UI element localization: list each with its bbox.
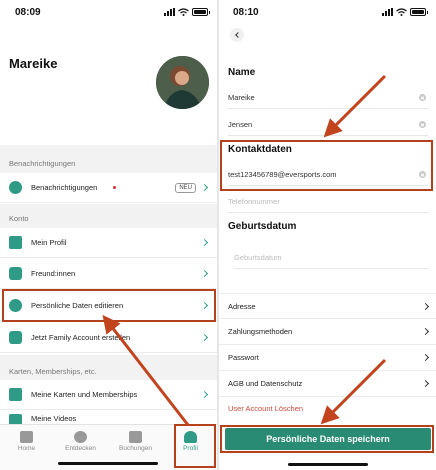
email-value: test123456789@eversports.com bbox=[228, 170, 337, 179]
row-address[interactable]: Adresse bbox=[218, 293, 436, 319]
battery-icon bbox=[410, 8, 428, 16]
notifications-section: Benachrichtigungen bbox=[0, 145, 218, 175]
account-section: Konto bbox=[0, 204, 218, 228]
last-name-field[interactable]: Jensen bbox=[228, 114, 428, 136]
birthdate-field[interactable]: Geburtsdatum bbox=[234, 247, 428, 269]
wifi-icon bbox=[178, 8, 189, 16]
row-friends-label: Freund:innen bbox=[31, 269, 76, 278]
row-cards-memberships[interactable]: Meine Karten und Memberships bbox=[0, 380, 218, 410]
wifi-icon bbox=[396, 8, 407, 16]
row-my-profile[interactable]: Mein Profil bbox=[0, 228, 218, 258]
first-name-field[interactable]: Mareike bbox=[228, 87, 428, 109]
back-button[interactable] bbox=[230, 28, 244, 42]
chevron-left-icon bbox=[235, 32, 241, 38]
row-edit-personal-data[interactable]: Persönliche Daten editieren bbox=[0, 291, 218, 321]
first-name-value: Mareike bbox=[228, 93, 255, 102]
row-terms-privacy-label: AGB und Datenschutz bbox=[228, 379, 303, 388]
personal-data-screen: 08:10 Name Mareike Jensen Kontaktdaten t… bbox=[218, 0, 436, 470]
chevron-right-icon bbox=[421, 302, 430, 310]
row-password-label: Passwort bbox=[228, 353, 259, 362]
signal-icon bbox=[164, 8, 175, 16]
chevron-right-icon bbox=[200, 183, 209, 192]
last-name-value: Jensen bbox=[228, 120, 253, 129]
section-title-cards: Karten, Memberships, etc. bbox=[9, 367, 97, 376]
phone-placeholder: Telefonnummer bbox=[228, 197, 280, 206]
chevron-right-icon bbox=[200, 301, 209, 310]
row-address-label: Adresse bbox=[228, 301, 256, 311]
contact-heading: Kontaktdaten bbox=[228, 144, 292, 155]
row-edit-personal-data-label: Persönliche Daten editieren bbox=[31, 301, 124, 310]
name-heading: Name bbox=[228, 67, 256, 78]
chevron-right-icon bbox=[421, 353, 430, 362]
profile-name: Mareike bbox=[9, 56, 58, 71]
chevron-right-icon bbox=[421, 327, 430, 336]
row-notifications[interactable]: Benachrichtigungen NEU bbox=[0, 173, 218, 203]
signal-icon bbox=[382, 8, 393, 16]
status-time: 08:10 bbox=[233, 7, 259, 18]
tab-home[interactable]: Home bbox=[4, 431, 49, 452]
home-indicator bbox=[288, 463, 368, 466]
friends-icon bbox=[9, 267, 22, 280]
birthdate-heading: Geburtsdatum bbox=[228, 221, 297, 232]
status-bar: 08:09 bbox=[0, 0, 218, 26]
chevron-right-icon bbox=[421, 379, 430, 388]
calendar-icon bbox=[129, 431, 142, 443]
screen-divider bbox=[217, 0, 219, 470]
tab-bar: Home Entdecken Buchungen Profil bbox=[0, 424, 218, 470]
row-my-profile-label: Mein Profil bbox=[31, 238, 67, 247]
row-family-account-label: Jetzt Family Account erstellen bbox=[31, 333, 131, 342]
row-my-videos-label: Meine Videos bbox=[31, 414, 77, 423]
clear-icon[interactable] bbox=[419, 94, 426, 101]
user-icon bbox=[9, 299, 22, 312]
profile-screen: 08:09 Mareike Benachrichtigungen Benachr… bbox=[0, 0, 218, 470]
new-dot bbox=[113, 186, 116, 189]
tab-bookings-label: Buchungen bbox=[119, 445, 152, 452]
tab-discover-label: Entdecken bbox=[65, 445, 96, 452]
clear-icon[interactable] bbox=[419, 171, 426, 178]
profile-icon bbox=[184, 431, 197, 443]
new-badge: NEU bbox=[175, 182, 196, 193]
status-icons bbox=[164, 8, 210, 16]
row-terms-privacy[interactable]: AGB und Datenschutz bbox=[218, 371, 436, 397]
row-friends[interactable]: Freund:innen bbox=[0, 259, 218, 289]
tab-profile[interactable]: Profil bbox=[168, 431, 213, 452]
row-payment-methods[interactable]: Zahlungsmethoden bbox=[218, 319, 436, 345]
email-field[interactable]: test123456789@eversports.com bbox=[228, 164, 428, 186]
cards-section: Karten, Memberships, etc. bbox=[0, 355, 218, 381]
discover-icon bbox=[74, 431, 87, 443]
tab-discover[interactable]: Entdecken bbox=[58, 431, 103, 452]
clear-icon[interactable] bbox=[419, 121, 426, 128]
avatar[interactable] bbox=[156, 56, 209, 109]
battery-icon bbox=[192, 8, 210, 16]
chevron-right-icon bbox=[200, 269, 209, 278]
home-icon bbox=[20, 431, 33, 443]
phone-field[interactable]: Telefonnummer bbox=[228, 191, 428, 213]
home-indicator bbox=[58, 462, 158, 465]
delete-account-link[interactable]: User Account Löschen bbox=[228, 404, 303, 413]
chevron-right-icon bbox=[200, 390, 209, 399]
status-bar: 08:10 bbox=[218, 0, 436, 26]
section-title-account: Konto bbox=[9, 214, 29, 223]
tab-bookings[interactable]: Buchungen bbox=[113, 431, 158, 452]
row-family-account[interactable]: Jetzt Family Account erstellen bbox=[0, 323, 218, 353]
tab-home-label: Home bbox=[17, 445, 36, 452]
section-title-notifications: Benachrichtigungen bbox=[9, 159, 76, 168]
row-cards-memberships-label: Meine Karten und Memberships bbox=[31, 390, 138, 399]
id-card-icon bbox=[9, 236, 22, 249]
save-personal-data-button[interactable]: Persönliche Daten speichern bbox=[225, 428, 431, 450]
card-icon bbox=[9, 388, 22, 401]
chevron-right-icon bbox=[200, 333, 209, 342]
status-time: 08:09 bbox=[15, 7, 41, 18]
status-icons bbox=[382, 8, 428, 16]
row-notifications-label: Benachrichtigungen bbox=[31, 183, 98, 192]
tab-profile-label: Profil bbox=[183, 445, 198, 452]
family-icon bbox=[9, 331, 22, 344]
row-password[interactable]: Passwort bbox=[218, 345, 436, 371]
bell-icon bbox=[9, 181, 22, 194]
chevron-right-icon bbox=[200, 238, 209, 247]
row-payment-methods-label: Zahlungsmethoden bbox=[228, 327, 293, 336]
birthdate-placeholder: Geburtsdatum bbox=[234, 253, 282, 262]
